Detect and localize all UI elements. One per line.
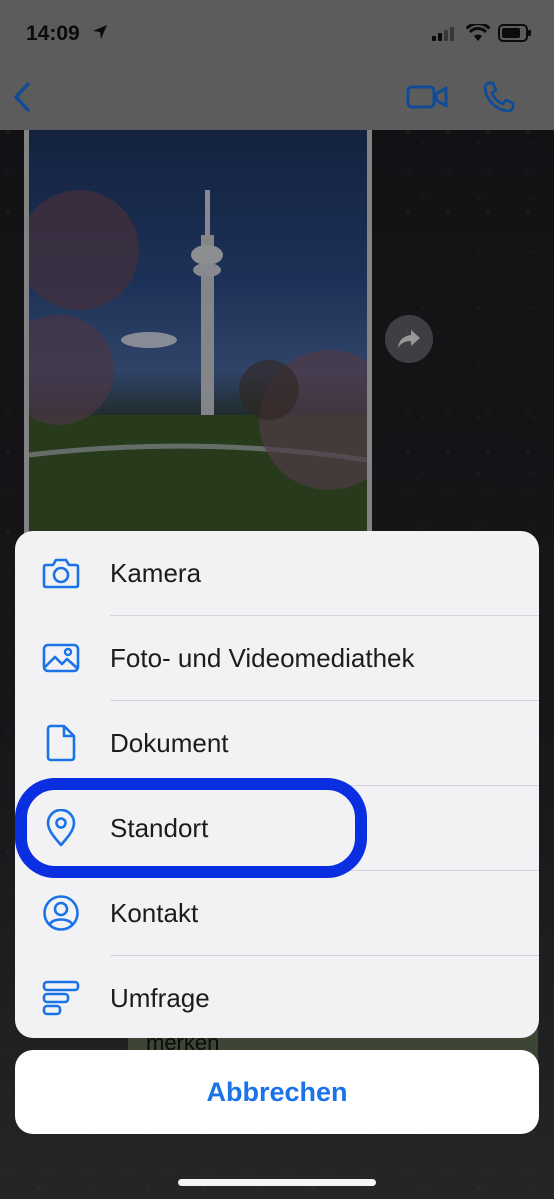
sheet-item-label: Dokument [110, 727, 229, 758]
contact-icon [41, 893, 81, 933]
sheet-item-photo-library[interactable]: Foto- und Videomediathek [15, 616, 539, 701]
sheet-item-label: Foto- und Videomediathek [110, 642, 415, 673]
sheet-item-document[interactable]: Dokument [15, 701, 539, 786]
location-highlight-annotation [15, 778, 367, 878]
sheet-item-label: Kontakt [110, 897, 199, 928]
sheet-item-poll[interactable]: Umfrage [15, 956, 539, 1038]
sheet-item-label: Kamera [110, 557, 202, 588]
cancel-button[interactable]: Abbrechen [15, 1050, 539, 1134]
sheet-item-label: Umfrage [110, 982, 210, 1013]
camera-icon [41, 553, 81, 593]
poll-icon [41, 978, 81, 1018]
sheet-item-contact[interactable]: Kontakt [15, 871, 539, 956]
document-icon [41, 723, 81, 763]
sheet-item-camera[interactable]: Kamera [15, 531, 539, 616]
photo-library-icon [41, 638, 81, 678]
cancel-label: Abbrechen [206, 1076, 348, 1107]
home-indicator[interactable] [178, 1179, 376, 1186]
